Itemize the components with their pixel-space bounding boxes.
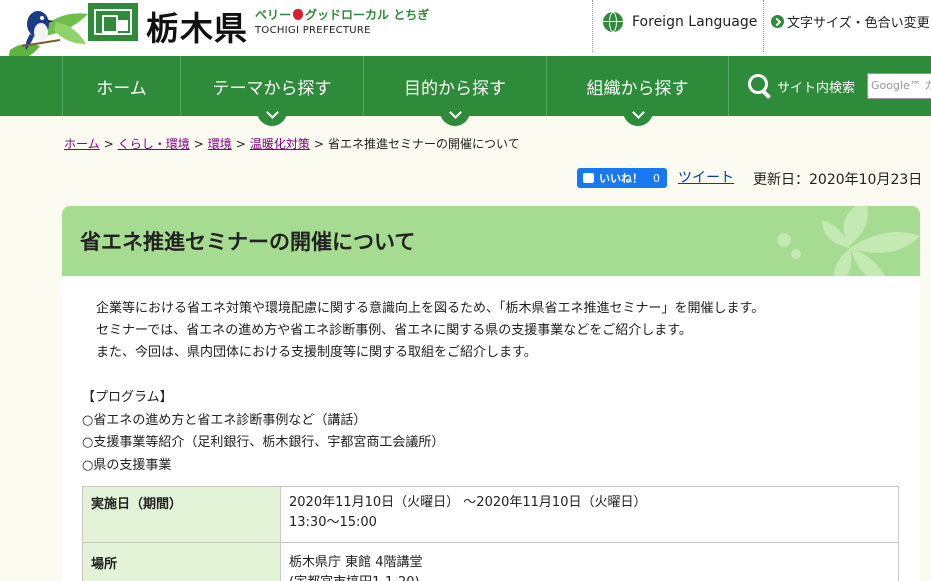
leaf-decoration-icon bbox=[777, 206, 920, 276]
content-panel: 省エネ推進セミナーの開催について 企業等における省エネ対策や環境配慮に関する意識… bbox=[62, 206, 920, 581]
breadcrumb-separator: > bbox=[313, 137, 324, 151]
event-info-table: 実施日（期間） 2020年11月10日（火曜日） ～2020年11月10日（火曜… bbox=[82, 486, 899, 581]
nav-label: 組織から探す bbox=[586, 78, 689, 99]
table-value-cell: 2020年11月10日（火曜日） ～2020年11月10日（火曜日） 13:30… bbox=[280, 486, 899, 543]
breadcrumb-link[interactable]: ホーム bbox=[64, 137, 100, 151]
pref-emblem-logo[interactable] bbox=[88, 3, 138, 41]
site-header: 栃木県 ベリー グッドローカル とちぎ TOCHIGI PREFECTURE Fo… bbox=[0, 0, 931, 100]
chevron-down-icon bbox=[440, 106, 470, 126]
breadcrumb-link[interactable]: 環境 bbox=[208, 137, 232, 151]
strawberry-icon bbox=[293, 9, 304, 20]
table-value-line: (宇都宮市塙田1-1-20) bbox=[289, 573, 890, 581]
table-header-cell: 実施日（期間） bbox=[82, 486, 281, 543]
facebook-like-button[interactable]: いいね！ 0 bbox=[577, 168, 667, 188]
search-icon[interactable] bbox=[747, 73, 773, 99]
font-size-color-label: 文字サイズ・色合い変更 bbox=[787, 16, 930, 31]
nav-home[interactable]: ホーム bbox=[62, 56, 180, 116]
title-bar: 省エネ推進セミナーの開催について bbox=[62, 206, 920, 276]
tweet-link[interactable]: ツイート bbox=[678, 167, 734, 187]
arrow-circle-icon bbox=[771, 15, 784, 28]
intro-text: 企業等における省エネ対策や環境配慮に関する意識向上を図るため、「栃木県省エネ推進… bbox=[96, 298, 764, 364]
program-item: ○支援事業等紹介（足利銀行、栃木銀行、宇都宮商工会議所） bbox=[82, 435, 445, 450]
breadcrumb: ホーム > くらし・環境 > 環境 > 温暖化対策 > 省エネ推進セミナーの開催について bbox=[64, 135, 520, 152]
foreign-language-link[interactable]: Foreign Language bbox=[603, 11, 757, 33]
page-title: 省エネ推進セミナーの開催について bbox=[80, 230, 416, 254]
search-input[interactable]: Google™ カス bbox=[867, 73, 931, 99]
search-label: サイト内検索 bbox=[777, 80, 856, 96]
font-size-color-link[interactable]: 文字サイズ・色合い変更 bbox=[771, 12, 930, 31]
pref-english-name: TOCHIGI PREFECTURE bbox=[255, 25, 371, 36]
nav-purpose[interactable]: 目的から探す bbox=[363, 56, 546, 126]
breadcrumb-separator: > bbox=[235, 137, 246, 151]
table-value-line: 2020年11月10日（火曜日） ～2020年11月10日（火曜日） bbox=[289, 495, 647, 510]
updated-date: 更新日：2020年10月23日 bbox=[753, 172, 923, 188]
intro-line: また、今回は、県内団体における支援制度等に関する取組をご紹介します。 bbox=[96, 345, 537, 360]
catchphrase: ベリー グッドローカル とちぎ bbox=[255, 6, 429, 23]
header-divider bbox=[763, 0, 764, 52]
table-row: 実施日（期間） 2020年11月10日（火曜日） ～2020年11月10日（火曜… bbox=[82, 486, 899, 543]
program-item: ○省エネの進め方と省エネ診断事例など（講話） bbox=[82, 412, 367, 428]
program-heading: 【プログラム】 bbox=[82, 390, 173, 405]
chevron-down-icon bbox=[257, 106, 287, 126]
breadcrumb-link[interactable]: くらし・環境 bbox=[118, 137, 190, 151]
site-search: サイト内検索 bbox=[747, 56, 855, 116]
program-item: ○県の支援事業 bbox=[82, 457, 172, 473]
nav-organization[interactable]: 組織から探す bbox=[546, 56, 729, 126]
nav-label: ホーム bbox=[96, 78, 147, 99]
chevron-down-icon bbox=[622, 106, 653, 126]
program-section: 【プログラム】 ○省エネの進め方と省エネ診断事例など（講話） ○支援事業等紹介（… bbox=[82, 387, 444, 477]
like-label: いいね！ bbox=[599, 172, 643, 185]
table-value-cell: 栃木県庁 東館 4階講堂 (宇都宮市塙田1-1-20) bbox=[280, 542, 899, 581]
table-value-line: 13:30～15:00 bbox=[289, 515, 377, 530]
intro-line: 企業等における省エネ対策や環境配慮に関する意識向上を図るため、「栃木県省エネ推進… bbox=[96, 301, 765, 316]
catch-right: グッドローカル とちぎ bbox=[305, 8, 430, 22]
breadcrumb-separator: > bbox=[193, 137, 204, 151]
nav-label: テーマから探す bbox=[212, 78, 332, 99]
global-nav: ホーム テーマから探す 目的から探す 組織から探す サイト内検索 Google™… bbox=[0, 56, 931, 126]
header-divider bbox=[592, 0, 593, 52]
table-value-line: 栃木県庁 東館 4階講堂 bbox=[289, 555, 423, 570]
table-row: 場所 栃木県庁 東館 4階講堂 (宇都宮市塙田1-1-20) bbox=[82, 542, 899, 581]
breadcrumb-current: 省エネ推進セミナーの開催について bbox=[327, 137, 520, 151]
nav-label: 目的から探す bbox=[404, 78, 506, 99]
table-header-cell: 場所 bbox=[82, 542, 281, 581]
like-count: 0 bbox=[653, 171, 660, 185]
breadcrumb-link[interactable]: 温暖化対策 bbox=[250, 137, 310, 151]
breadcrumb-separator: > bbox=[103, 137, 114, 151]
intro-line: セミナーでは、省エネの進め方や省エネ診断事例、省エネに関する県の支援事業などをご… bbox=[96, 323, 692, 338]
globe-icon bbox=[603, 12, 623, 32]
catch-left: ベリー bbox=[255, 8, 292, 22]
pref-name-logo[interactable]: 栃木県 bbox=[146, 2, 248, 50]
foreign-language-label: Foreign Language bbox=[632, 14, 758, 30]
nav-theme[interactable]: テーマから探す bbox=[180, 56, 363, 126]
thumbs-up-icon bbox=[583, 173, 594, 183]
